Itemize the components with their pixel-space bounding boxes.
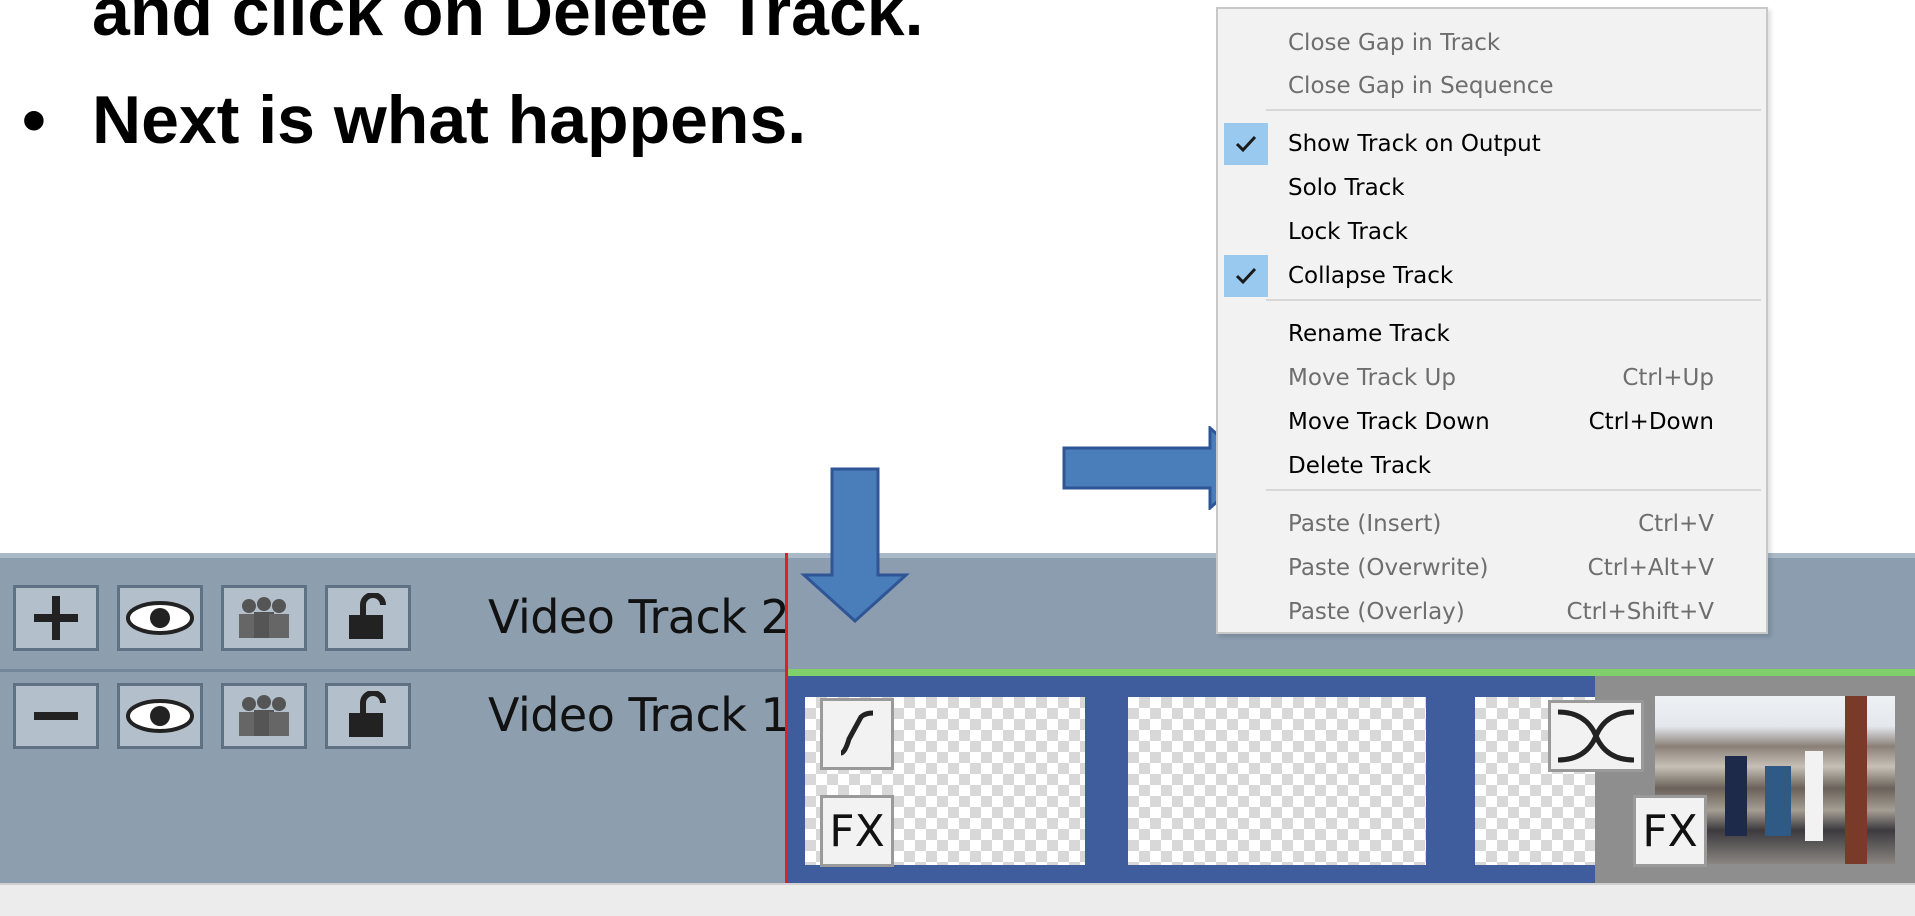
show-track-button-2[interactable] [117,683,203,749]
menu-item-shortcut: Ctrl+Shift+V [1566,599,1714,625]
menu-item-label: Lock Track [1288,219,1408,245]
menu-item-show-track-on-output[interactable]: Show Track on Output [1218,123,1766,165]
menu-item-label: Rename Track [1288,321,1450,347]
menu-item-close-gap-in-sequence[interactable]: Close Gap in Sequence [1218,65,1766,107]
add-track-button[interactable] [13,585,99,651]
track-output-indicator [788,669,1915,676]
track-row-divider [0,669,785,672]
unlocked-padlock-icon [349,691,386,737]
fx-button-2[interactable]: FX [1633,795,1707,867]
playhead[interactable] [785,553,788,883]
track-label-video-track-2: Video Track 2 [488,590,790,644]
menu-item-label: Move Track Down [1288,409,1490,435]
solo-people-icon [239,597,289,638]
slide-text-line-2: • Next is what happens. [22,86,806,154]
status-bar [0,883,1915,916]
menu-item-rename-track[interactable]: Rename Track [1218,313,1766,355]
track-context-menu: Close Gap in Track Close Gap in Sequence… [1216,7,1768,634]
menu-item-solo-track[interactable]: Solo Track [1218,167,1766,209]
menu-item-label: Collapse Track [1288,263,1454,289]
fade-curve-icon[interactable] [820,698,894,770]
menu-separator [1266,299,1761,301]
remove-track-button[interactable] [13,683,99,749]
menu-item-shortcut: Ctrl+Down [1588,409,1714,435]
lock-track-button[interactable] [325,585,411,651]
menu-item-paste-overwrite[interactable]: Paste (Overwrite) Ctrl+Alt+V [1218,547,1766,589]
menu-item-label: Paste (Overlay) [1288,599,1465,625]
slide-text-line-2-label: Next is what happens. [92,82,807,158]
minus-icon [34,712,78,720]
solo-people-icon [239,695,289,736]
menu-item-shortcut: Ctrl+Alt+V [1587,555,1714,581]
solo-track-button[interactable] [221,585,307,651]
menu-item-shortcut: Ctrl+V [1638,511,1714,537]
menu-item-label: Delete Track [1288,453,1432,479]
track-label-video-track-1: Video Track 1 [488,688,790,742]
eye-icon [126,601,194,635]
menu-separator [1266,489,1761,491]
menu-item-label: Paste (Insert) [1288,511,1442,537]
menu-item-label: Solo Track [1288,175,1405,201]
bullet-point: • [22,82,46,158]
menu-separator [1266,109,1761,111]
menu-item-move-track-down[interactable]: Move Track Down Ctrl+Down [1218,401,1766,443]
down-arrow-annotation [800,467,910,624]
menu-item-label: Move Track Up [1288,365,1456,391]
menu-item-move-track-up[interactable]: Move Track Up Ctrl+Up [1218,357,1766,399]
menu-item-close-gap-in-track[interactable]: Close Gap in Track [1218,22,1766,64]
menu-item-label: Show Track on Output [1288,131,1541,157]
menu-item-label: Close Gap in Track [1288,30,1501,56]
menu-item-label: Close Gap in Sequence [1288,73,1554,99]
menu-item-shortcut: Ctrl+Up [1622,365,1714,391]
crossfade-icon[interactable] [1548,700,1644,772]
solo-track-button-2[interactable] [221,683,307,749]
eye-icon [126,699,194,733]
plus-icon [34,596,78,640]
fx-button[interactable]: FX [820,795,894,867]
unlocked-padlock-icon [349,593,386,639]
menu-item-label: Paste (Overwrite) [1288,555,1489,581]
checkmark-icon [1224,255,1268,297]
menu-item-collapse-track[interactable]: Collapse Track [1218,255,1766,297]
menu-item-paste-overlay[interactable]: Paste (Overlay) Ctrl+Shift+V [1218,591,1766,633]
menu-item-paste-insert[interactable]: Paste (Insert) Ctrl+V [1218,503,1766,545]
menu-item-lock-track[interactable]: Lock Track [1218,211,1766,253]
slide-text-line-1: and click on Delete Track. [92,0,924,50]
transparent-clip-2[interactable] [1128,697,1426,865]
show-track-button[interactable] [117,585,203,651]
lock-track-button-2[interactable] [325,683,411,749]
checkmark-icon [1224,123,1268,165]
menu-item-delete-track[interactable]: Delete Track [1218,445,1766,487]
